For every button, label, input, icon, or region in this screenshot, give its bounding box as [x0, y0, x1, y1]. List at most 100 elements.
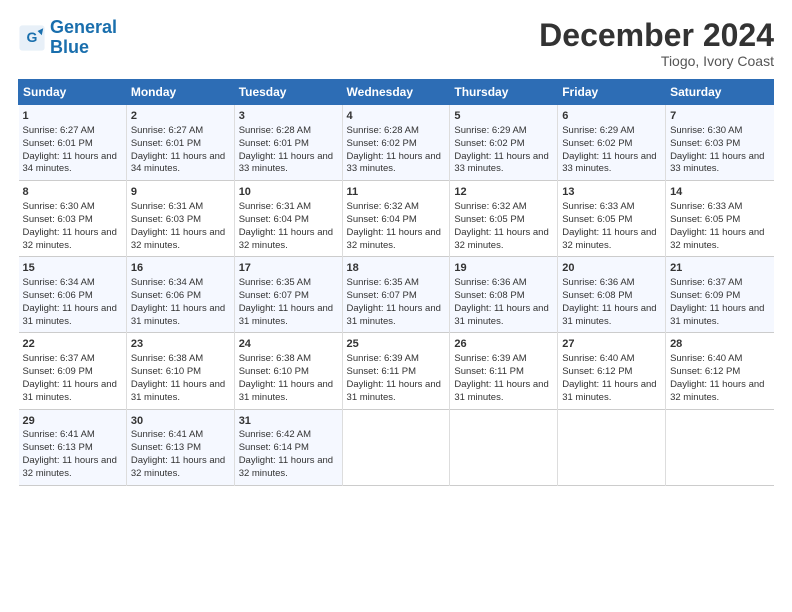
calendar-week-row: 29Sunrise: 6:41 AMSunset: 6:13 PMDayligh…	[19, 409, 774, 485]
calendar-cell: 19Sunrise: 6:36 AMSunset: 6:08 PMDayligh…	[450, 257, 558, 333]
day-number: 24	[239, 337, 338, 352]
day-number: 14	[670, 185, 769, 200]
weekday-header: Wednesday	[342, 80, 450, 105]
day-number: 17	[239, 261, 338, 276]
day-info: Sunrise: 6:38 AMSunset: 6:10 PMDaylight:…	[131, 353, 225, 402]
day-info: Sunrise: 6:33 AMSunset: 6:05 PMDaylight:…	[670, 201, 764, 250]
calendar-cell: 9Sunrise: 6:31 AMSunset: 6:03 PMDaylight…	[126, 181, 234, 257]
logo-blue: Blue	[50, 37, 89, 57]
calendar-cell: 31Sunrise: 6:42 AMSunset: 6:14 PMDayligh…	[234, 409, 342, 485]
logo-general: General	[50, 17, 117, 37]
day-number: 2	[131, 109, 230, 124]
calendar-cell	[666, 409, 774, 485]
month-title: December 2024	[539, 18, 774, 53]
day-number: 29	[23, 414, 122, 429]
day-number: 25	[347, 337, 446, 352]
day-info: Sunrise: 6:38 AMSunset: 6:10 PMDaylight:…	[239, 353, 333, 402]
day-number: 9	[131, 185, 230, 200]
day-number: 13	[562, 185, 661, 200]
calendar-week-row: 15Sunrise: 6:34 AMSunset: 6:06 PMDayligh…	[19, 257, 774, 333]
calendar-cell: 23Sunrise: 6:38 AMSunset: 6:10 PMDayligh…	[126, 333, 234, 409]
day-info: Sunrise: 6:33 AMSunset: 6:05 PMDaylight:…	[562, 201, 656, 250]
day-number: 31	[239, 414, 338, 429]
calendar-cell	[342, 409, 450, 485]
location: Tiogo, Ivory Coast	[539, 53, 774, 69]
day-info: Sunrise: 6:36 AMSunset: 6:08 PMDaylight:…	[562, 277, 656, 326]
day-info: Sunrise: 6:42 AMSunset: 6:14 PMDaylight:…	[239, 429, 333, 478]
svg-text:G: G	[27, 29, 38, 45]
day-number: 12	[454, 185, 553, 200]
day-number: 27	[562, 337, 661, 352]
day-info: Sunrise: 6:39 AMSunset: 6:11 PMDaylight:…	[454, 353, 548, 402]
calendar-cell: 22Sunrise: 6:37 AMSunset: 6:09 PMDayligh…	[19, 333, 127, 409]
calendar-cell: 10Sunrise: 6:31 AMSunset: 6:04 PMDayligh…	[234, 181, 342, 257]
day-number: 20	[562, 261, 661, 276]
calendar-cell: 5Sunrise: 6:29 AMSunset: 6:02 PMDaylight…	[450, 105, 558, 181]
calendar-week-row: 1Sunrise: 6:27 AMSunset: 6:01 PMDaylight…	[19, 105, 774, 181]
day-info: Sunrise: 6:34 AMSunset: 6:06 PMDaylight:…	[131, 277, 225, 326]
day-info: Sunrise: 6:27 AMSunset: 6:01 PMDaylight:…	[131, 125, 225, 174]
day-number: 21	[670, 261, 769, 276]
calendar-cell: 2Sunrise: 6:27 AMSunset: 6:01 PMDaylight…	[126, 105, 234, 181]
calendar-week-row: 22Sunrise: 6:37 AMSunset: 6:09 PMDayligh…	[19, 333, 774, 409]
day-number: 22	[23, 337, 122, 352]
calendar-cell: 12Sunrise: 6:32 AMSunset: 6:05 PMDayligh…	[450, 181, 558, 257]
day-info: Sunrise: 6:37 AMSunset: 6:09 PMDaylight:…	[670, 277, 764, 326]
calendar-cell: 14Sunrise: 6:33 AMSunset: 6:05 PMDayligh…	[666, 181, 774, 257]
day-info: Sunrise: 6:27 AMSunset: 6:01 PMDaylight:…	[23, 125, 117, 174]
title-block: December 2024 Tiogo, Ivory Coast	[539, 18, 774, 69]
day-info: Sunrise: 6:32 AMSunset: 6:05 PMDaylight:…	[454, 201, 548, 250]
header: G General Blue December 2024 Tiogo, Ivor…	[18, 18, 774, 69]
calendar-cell	[450, 409, 558, 485]
calendar-cell: 4Sunrise: 6:28 AMSunset: 6:02 PMDaylight…	[342, 105, 450, 181]
weekday-header: Thursday	[450, 80, 558, 105]
day-number: 30	[131, 414, 230, 429]
calendar-week-row: 8Sunrise: 6:30 AMSunset: 6:03 PMDaylight…	[19, 181, 774, 257]
calendar-cell: 7Sunrise: 6:30 AMSunset: 6:03 PMDaylight…	[666, 105, 774, 181]
day-number: 15	[23, 261, 122, 276]
calendar-table: SundayMondayTuesdayWednesdayThursdayFrid…	[18, 79, 774, 485]
day-info: Sunrise: 6:28 AMSunset: 6:02 PMDaylight:…	[347, 125, 441, 174]
day-info: Sunrise: 6:30 AMSunset: 6:03 PMDaylight:…	[670, 125, 764, 174]
day-info: Sunrise: 6:41 AMSunset: 6:13 PMDaylight:…	[23, 429, 117, 478]
day-number: 6	[562, 109, 661, 124]
logo: G General Blue	[18, 18, 117, 58]
day-info: Sunrise: 6:29 AMSunset: 6:02 PMDaylight:…	[562, 125, 656, 174]
day-number: 18	[347, 261, 446, 276]
day-number: 16	[131, 261, 230, 276]
weekday-header: Monday	[126, 80, 234, 105]
day-info: Sunrise: 6:36 AMSunset: 6:08 PMDaylight:…	[454, 277, 548, 326]
weekday-header: Saturday	[666, 80, 774, 105]
day-number: 1	[23, 109, 122, 124]
weekday-header: Sunday	[19, 80, 127, 105]
day-info: Sunrise: 6:34 AMSunset: 6:06 PMDaylight:…	[23, 277, 117, 326]
calendar-cell: 30Sunrise: 6:41 AMSunset: 6:13 PMDayligh…	[126, 409, 234, 485]
calendar-cell: 16Sunrise: 6:34 AMSunset: 6:06 PMDayligh…	[126, 257, 234, 333]
calendar-cell: 3Sunrise: 6:28 AMSunset: 6:01 PMDaylight…	[234, 105, 342, 181]
calendar-cell: 15Sunrise: 6:34 AMSunset: 6:06 PMDayligh…	[19, 257, 127, 333]
calendar-cell: 18Sunrise: 6:35 AMSunset: 6:07 PMDayligh…	[342, 257, 450, 333]
weekday-header: Tuesday	[234, 80, 342, 105]
day-info: Sunrise: 6:28 AMSunset: 6:01 PMDaylight:…	[239, 125, 333, 174]
page: G General Blue December 2024 Tiogo, Ivor…	[0, 0, 792, 612]
calendar-cell: 27Sunrise: 6:40 AMSunset: 6:12 PMDayligh…	[558, 333, 666, 409]
day-number: 11	[347, 185, 446, 200]
day-number: 7	[670, 109, 769, 124]
day-info: Sunrise: 6:29 AMSunset: 6:02 PMDaylight:…	[454, 125, 548, 174]
logo-text: General Blue	[50, 18, 117, 58]
calendar-cell: 21Sunrise: 6:37 AMSunset: 6:09 PMDayligh…	[666, 257, 774, 333]
day-number: 8	[23, 185, 122, 200]
day-number: 23	[131, 337, 230, 352]
day-info: Sunrise: 6:32 AMSunset: 6:04 PMDaylight:…	[347, 201, 441, 250]
day-info: Sunrise: 6:30 AMSunset: 6:03 PMDaylight:…	[23, 201, 117, 250]
calendar-cell	[558, 409, 666, 485]
logo-icon: G	[18, 24, 46, 52]
day-number: 5	[454, 109, 553, 124]
day-info: Sunrise: 6:31 AMSunset: 6:04 PMDaylight:…	[239, 201, 333, 250]
day-number: 19	[454, 261, 553, 276]
calendar-cell: 29Sunrise: 6:41 AMSunset: 6:13 PMDayligh…	[19, 409, 127, 485]
calendar-cell: 6Sunrise: 6:29 AMSunset: 6:02 PMDaylight…	[558, 105, 666, 181]
day-number: 4	[347, 109, 446, 124]
calendar-cell: 17Sunrise: 6:35 AMSunset: 6:07 PMDayligh…	[234, 257, 342, 333]
day-number: 26	[454, 337, 553, 352]
